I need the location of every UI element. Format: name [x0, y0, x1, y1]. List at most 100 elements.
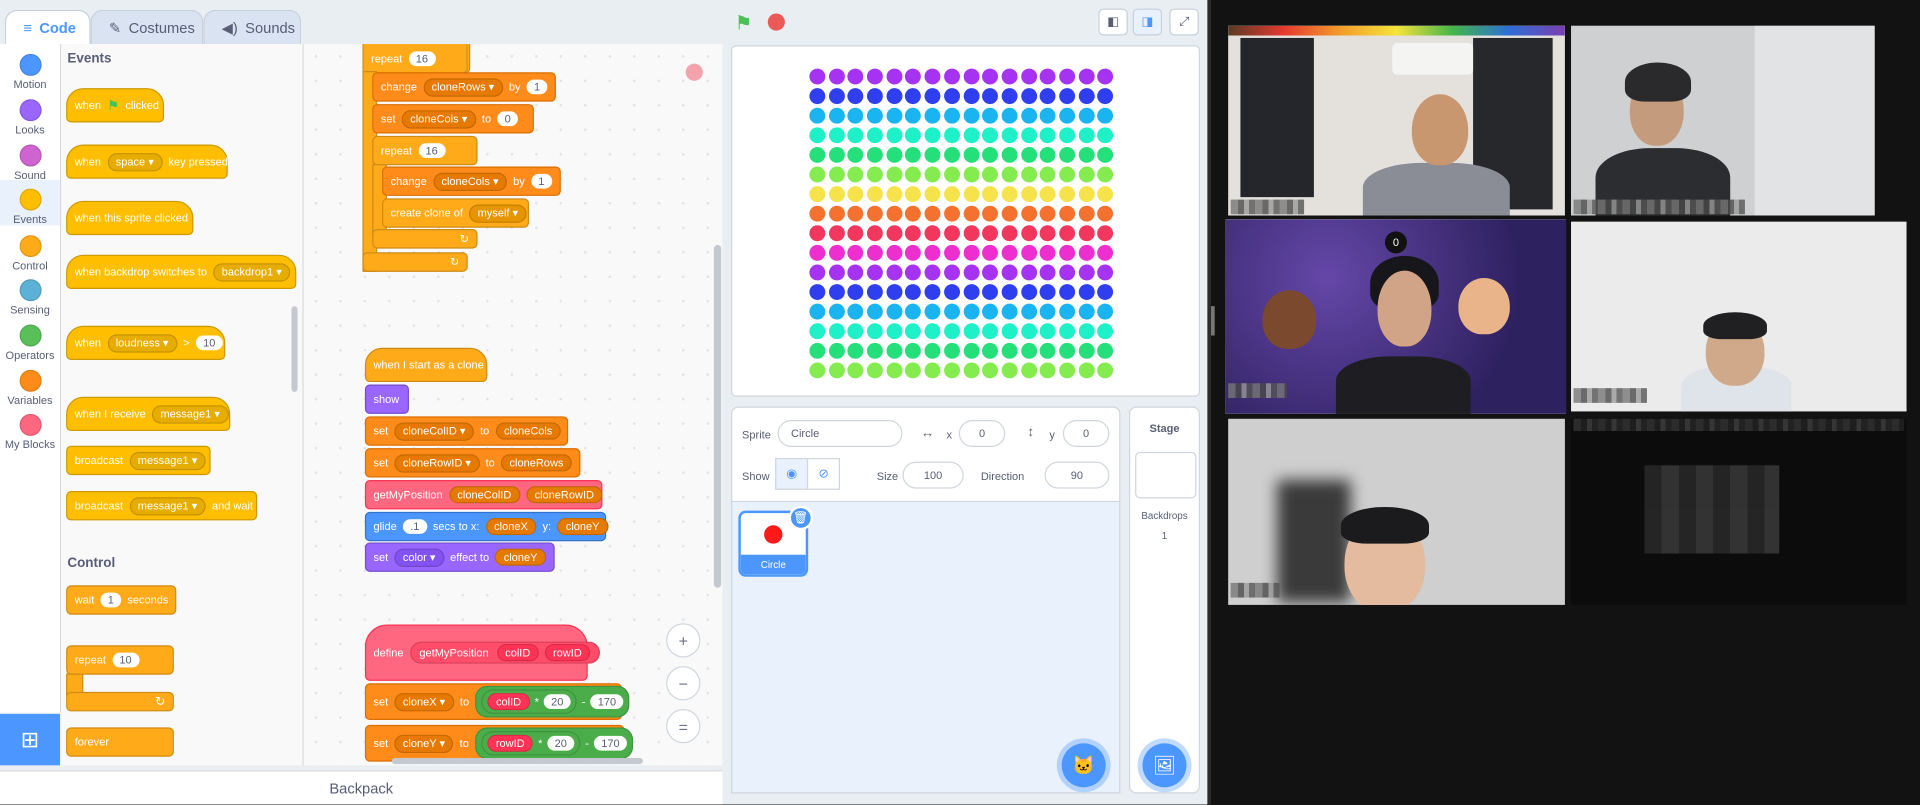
zoom-out-button[interactable]: −	[666, 666, 701, 701]
variable-dropdown[interactable]: cloneCols ▾	[401, 109, 476, 128]
change-value[interactable]: 1	[530, 173, 552, 189]
variable-dropdown[interactable]: cloneRowID ▾	[394, 453, 480, 473]
backdrop-thumbnail[interactable]	[1135, 451, 1197, 499]
set-clone-x-block[interactable]: set cloneX ▾ to colID * 20 - 170	[364, 683, 630, 721]
number-input[interactable]: 170	[590, 694, 624, 709]
zoom-reset-button[interactable]: =	[666, 708, 701, 744]
x-position-input[interactable]: 0	[958, 420, 1006, 447]
param-reporter[interactable]: colID	[487, 693, 530, 711]
message-dropdown[interactable]: message1 ▾	[151, 404, 229, 424]
repeat-block[interactable]: repeat 10	[66, 645, 174, 675]
variable-reporter[interactable]: cloneRows	[500, 454, 572, 472]
direction-input[interactable]: 90	[1044, 461, 1110, 489]
variable-dropdown[interactable]: cloneColID ▾	[394, 421, 474, 441]
repeat-inner-block[interactable]: repeat 16	[372, 135, 478, 166]
when-key-pressed-block[interactable]: when space ▾ key pressed	[66, 144, 228, 179]
change-clone-rows-block[interactable]: change cloneRows ▾ by 1	[372, 72, 556, 102]
get-my-position-call-block[interactable]: getMyPosition cloneColID cloneRowID	[364, 480, 603, 510]
effect-dropdown[interactable]: color ▾	[394, 547, 444, 567]
size-input[interactable]: 100	[902, 461, 964, 489]
glide-seconds[interactable]: .1	[402, 519, 427, 534]
number-input[interactable]: 20	[543, 694, 571, 709]
backpack-bar[interactable]: Backpack	[0, 770, 723, 805]
tab-sounds[interactable]: ◀) Sounds	[203, 9, 302, 45]
category-events[interactable]: Events	[0, 180, 61, 226]
video-tile-1[interactable]	[1228, 25, 1565, 216]
param-reporter[interactable]: rowID	[487, 734, 534, 752]
palette-scrollbar[interactable]	[291, 306, 298, 392]
stop-button[interactable]	[767, 13, 785, 31]
forever-block[interactable]: forever	[66, 727, 174, 757]
clone-target-dropdown[interactable]: myself ▾	[469, 203, 527, 223]
when-backdrop-switches-block[interactable]: when backdrop switches to backdrop1 ▾	[66, 254, 297, 289]
small-stage-button[interactable]: ◧	[1098, 8, 1128, 36]
param-reporter[interactable]: rowID	[544, 644, 591, 662]
category-motion[interactable]: Motion	[0, 49, 60, 94]
video-tile-2[interactable]	[1571, 25, 1875, 216]
category-looks[interactable]: Looks	[0, 94, 60, 139]
repeat-outer-block[interactable]: repeat 16	[362, 44, 468, 74]
variable-reporter[interactable]: cloneColID	[448, 486, 520, 504]
category-operators[interactable]: Operators	[0, 320, 60, 365]
panel-resize-handle[interactable]	[1211, 306, 1215, 336]
create-clone-block[interactable]: create clone of myself ▾	[382, 198, 529, 228]
video-tile-6[interactable]	[1571, 418, 1907, 605]
sprite-name-input[interactable]: Circle	[777, 420, 903, 447]
video-tile-5[interactable]	[1228, 418, 1565, 605]
tab-code[interactable]: ≡ Code	[4, 9, 91, 45]
variable-reporter[interactable]: cloneY	[495, 548, 547, 566]
broadcast-block[interactable]: broadcast message1 ▾	[66, 445, 211, 476]
set-value[interactable]: 0	[497, 111, 519, 127]
video-tile-3-active-speaker[interactable]: 0	[1225, 219, 1567, 414]
number-input[interactable]: 170	[593, 735, 627, 751]
glide-to-xy-block[interactable]: glide .1 secs to x: cloneX y: cloneY	[364, 511, 609, 542]
large-stage-button[interactable]: ◨	[1132, 8, 1163, 36]
category-sound[interactable]: Sound	[0, 140, 60, 185]
show-visible-button[interactable]: ◉	[775, 457, 809, 490]
variable-dropdown[interactable]: cloneRows ▾	[423, 77, 503, 97]
key-dropdown[interactable]: space ▾	[107, 152, 163, 171]
when-i-start-as-clone-block[interactable]: when I start as a clone	[364, 347, 488, 383]
change-value[interactable]: 1	[526, 79, 548, 95]
variable-reporter[interactable]: cloneCols	[495, 422, 561, 440]
param-reporter[interactable]: colID	[496, 644, 539, 662]
delete-sprite-button[interactable]: 🗑	[788, 505, 814, 531]
variable-dropdown[interactable]: cloneX ▾	[394, 692, 454, 711]
set-clone-cols-block[interactable]: set cloneCols ▾ to 0	[372, 104, 534, 134]
category-my-blocks[interactable]: My Blocks	[0, 409, 60, 454]
subtract-operator[interactable]: rowID * 20 - 170	[475, 727, 634, 760]
script-workspace[interactable]: repeat 16 change cloneRows ▾ by 1 set cl…	[303, 44, 723, 766]
repeat-inner-value[interactable]: 16	[418, 143, 446, 158]
show-hidden-button[interactable]: ⊘	[806, 457, 841, 490]
category-control[interactable]: Control	[0, 230, 60, 275]
workspace-vertical-scrollbar[interactable]	[713, 244, 722, 588]
multiply-operator[interactable]: colID * 20	[481, 689, 577, 714]
sensor-dropdown[interactable]: loudness ▾	[107, 333, 178, 353]
stage-canvas[interactable]	[731, 45, 1201, 397]
wait-value[interactable]: 1	[100, 592, 122, 608]
tab-costumes[interactable]: ✎ Costumes	[90, 9, 204, 45]
category-sensing[interactable]: Sensing	[0, 274, 60, 319]
show-block[interactable]: show	[364, 384, 409, 414]
video-tile-4[interactable]	[1571, 221, 1907, 412]
loudness-value[interactable]: 10	[195, 335, 223, 351]
set-clone-y-block[interactable]: set cloneY ▾ to rowID * 20 - 170	[364, 724, 634, 762]
green-flag-button[interactable]: ⚑	[735, 11, 753, 35]
message-dropdown[interactable]: message1 ▾	[129, 496, 206, 515]
variable-reporter[interactable]: cloneRowID	[525, 486, 603, 504]
number-input[interactable]: 20	[547, 735, 575, 751]
subtract-operator[interactable]: colID * 20 - 170	[475, 685, 630, 718]
repeat-outer-value[interactable]: 16	[408, 50, 436, 66]
add-backdrop-button[interactable]: 🖼	[1142, 743, 1187, 788]
define-get-my-position-block[interactable]: define getMyPosition colID rowID	[364, 624, 601, 681]
variable-dropdown[interactable]: cloneCols ▾	[432, 172, 508, 191]
wait-seconds-block[interactable]: wait 1 seconds	[66, 585, 177, 615]
when-i-receive-block[interactable]: when I receive message1 ▾	[66, 396, 231, 432]
change-clone-cols-block[interactable]: change cloneCols ▾ by 1	[382, 166, 561, 196]
variable-reporter[interactable]: cloneY	[557, 517, 609, 536]
variable-dropdown[interactable]: cloneY ▾	[394, 734, 454, 753]
add-extension-button[interactable]: ⊞	[0, 713, 61, 766]
stage-selector-panel[interactable]: Stage Backdrops 1	[1128, 406, 1201, 794]
y-position-input[interactable]: 0	[1062, 420, 1110, 447]
set-clone-row-id-block[interactable]: set cloneRowID ▾ to cloneRows	[364, 448, 581, 478]
